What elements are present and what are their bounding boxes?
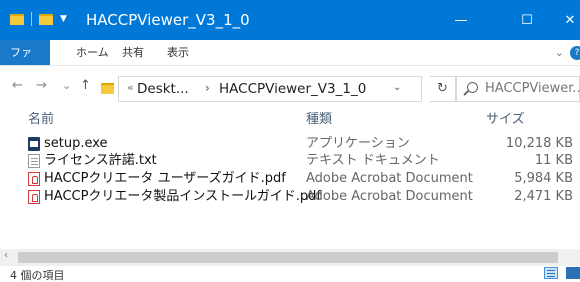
file-size: 2,471 KB xyxy=(514,189,573,204)
back-icon[interactable]: ← xyxy=(12,78,23,93)
breadcrumb-overflow-icon[interactable]: « xyxy=(127,81,134,94)
pdf-icon xyxy=(28,172,40,186)
breadcrumb-current-folder[interactable]: HACCPViewer_V3_1_0 xyxy=(219,81,366,97)
file-row[interactable]: setup.exe アプリケーション 10,218 KB xyxy=(26,135,580,153)
column-header-name[interactable]: 名前 xyxy=(28,108,54,127)
refresh-button[interactable]: ↻ xyxy=(430,76,456,102)
status-bar: 4 個の項目 xyxy=(0,266,580,282)
column-headers: 名前 種類 サイズ xyxy=(0,108,580,130)
tab-file[interactable]: ファイル xyxy=(0,40,50,84)
file-name: HACCPクリエータ製品インストールガイド.pdf xyxy=(44,189,321,204)
minimize-button[interactable]: — xyxy=(438,0,484,40)
column-header-size[interactable]: サイズ xyxy=(486,108,525,127)
forward-icon[interactable]: → xyxy=(36,78,47,93)
help-icon[interactable]: ? xyxy=(570,45,580,60)
scroll-left-icon[interactable]: ‹ xyxy=(4,250,8,261)
file-row[interactable]: HACCPクリエータ製品インストールガイド.pdf Adobe Acrobat … xyxy=(26,188,580,206)
new-folder-icon[interactable] xyxy=(39,13,53,25)
breadcrumb-desktop[interactable]: Deskt... xyxy=(137,81,189,97)
search-icon xyxy=(467,82,478,93)
file-row[interactable]: ライセンス許諾.txt テキスト ドキュメント 11 KB xyxy=(26,152,580,170)
file-type: Adobe Acrobat Document xyxy=(306,171,473,186)
search-placeholder: HACCPViewer... xyxy=(485,81,580,96)
maximize-button[interactable]: ☐ xyxy=(504,0,550,40)
file-row[interactable]: HACCPクリエータ ユーザーズガイド.pdf Adobe Acrobat Do… xyxy=(26,170,580,188)
column-header-type[interactable]: 種類 xyxy=(306,108,332,127)
exe-icon xyxy=(28,137,40,151)
navigation-bar: ← → ⌄ ↑ « Deskt... › HACCPViewer_V3_1_0 … xyxy=(0,66,580,110)
details-view-icon[interactable] xyxy=(544,267,558,279)
file-type: アプリケーション xyxy=(306,136,410,151)
window-title: HACCPViewer_V3_1_0 xyxy=(86,11,250,29)
recent-locations-icon[interactable]: ⌄ xyxy=(62,79,71,92)
tab-share[interactable]: 共有 xyxy=(122,40,144,65)
file-type: テキスト ドキュメント xyxy=(306,153,440,168)
ribbon-tabs: ファイル ホーム 共有 表示 ⌄ ? xyxy=(0,40,580,84)
file-size: 11 KB xyxy=(534,153,573,168)
address-history-dropdown-icon[interactable]: ⌄ xyxy=(393,82,401,93)
file-type: Adobe Acrobat Document xyxy=(306,189,473,204)
item-count: 4 個の項目 xyxy=(10,269,65,282)
search-input[interactable]: HACCPViewer... xyxy=(456,76,580,102)
file-size: 5,984 KB xyxy=(514,171,573,186)
customize-toolbar-dropdown-icon[interactable]: ▼ xyxy=(60,14,67,24)
file-size: 10,218 KB xyxy=(505,136,573,151)
folder-icon xyxy=(101,83,114,94)
tab-home[interactable]: ホーム xyxy=(76,40,109,65)
file-name: setup.exe xyxy=(44,136,108,151)
address-bar[interactable]: « Deskt... › HACCPViewer_V3_1_0 ⌄ xyxy=(101,76,422,102)
file-name: HACCPクリエータ ユーザーズガイド.pdf xyxy=(44,171,286,186)
pdf-icon xyxy=(28,190,40,204)
horizontal-scrollbar[interactable]: ‹ xyxy=(0,249,580,266)
quick-access-toolbar: ▼ xyxy=(10,12,75,26)
folder-icon xyxy=(10,13,24,25)
expand-ribbon-icon[interactable]: ⌄ xyxy=(555,46,564,59)
txt-icon xyxy=(28,154,40,168)
large-icons-view-icon[interactable] xyxy=(566,267,580,279)
up-icon[interactable]: ↑ xyxy=(80,78,91,93)
title-bar: ▼ HACCPViewer_V3_1_0 — ☐ ✕ xyxy=(0,0,580,40)
file-name: ライセンス許諾.txt xyxy=(44,153,157,168)
tab-view[interactable]: 表示 xyxy=(167,40,189,65)
toolbar-divider xyxy=(31,12,32,26)
scrollbar-thumb[interactable] xyxy=(18,252,558,263)
breadcrumb-separator[interactable]: › xyxy=(205,81,210,95)
close-button[interactable]: ✕ xyxy=(560,0,580,40)
